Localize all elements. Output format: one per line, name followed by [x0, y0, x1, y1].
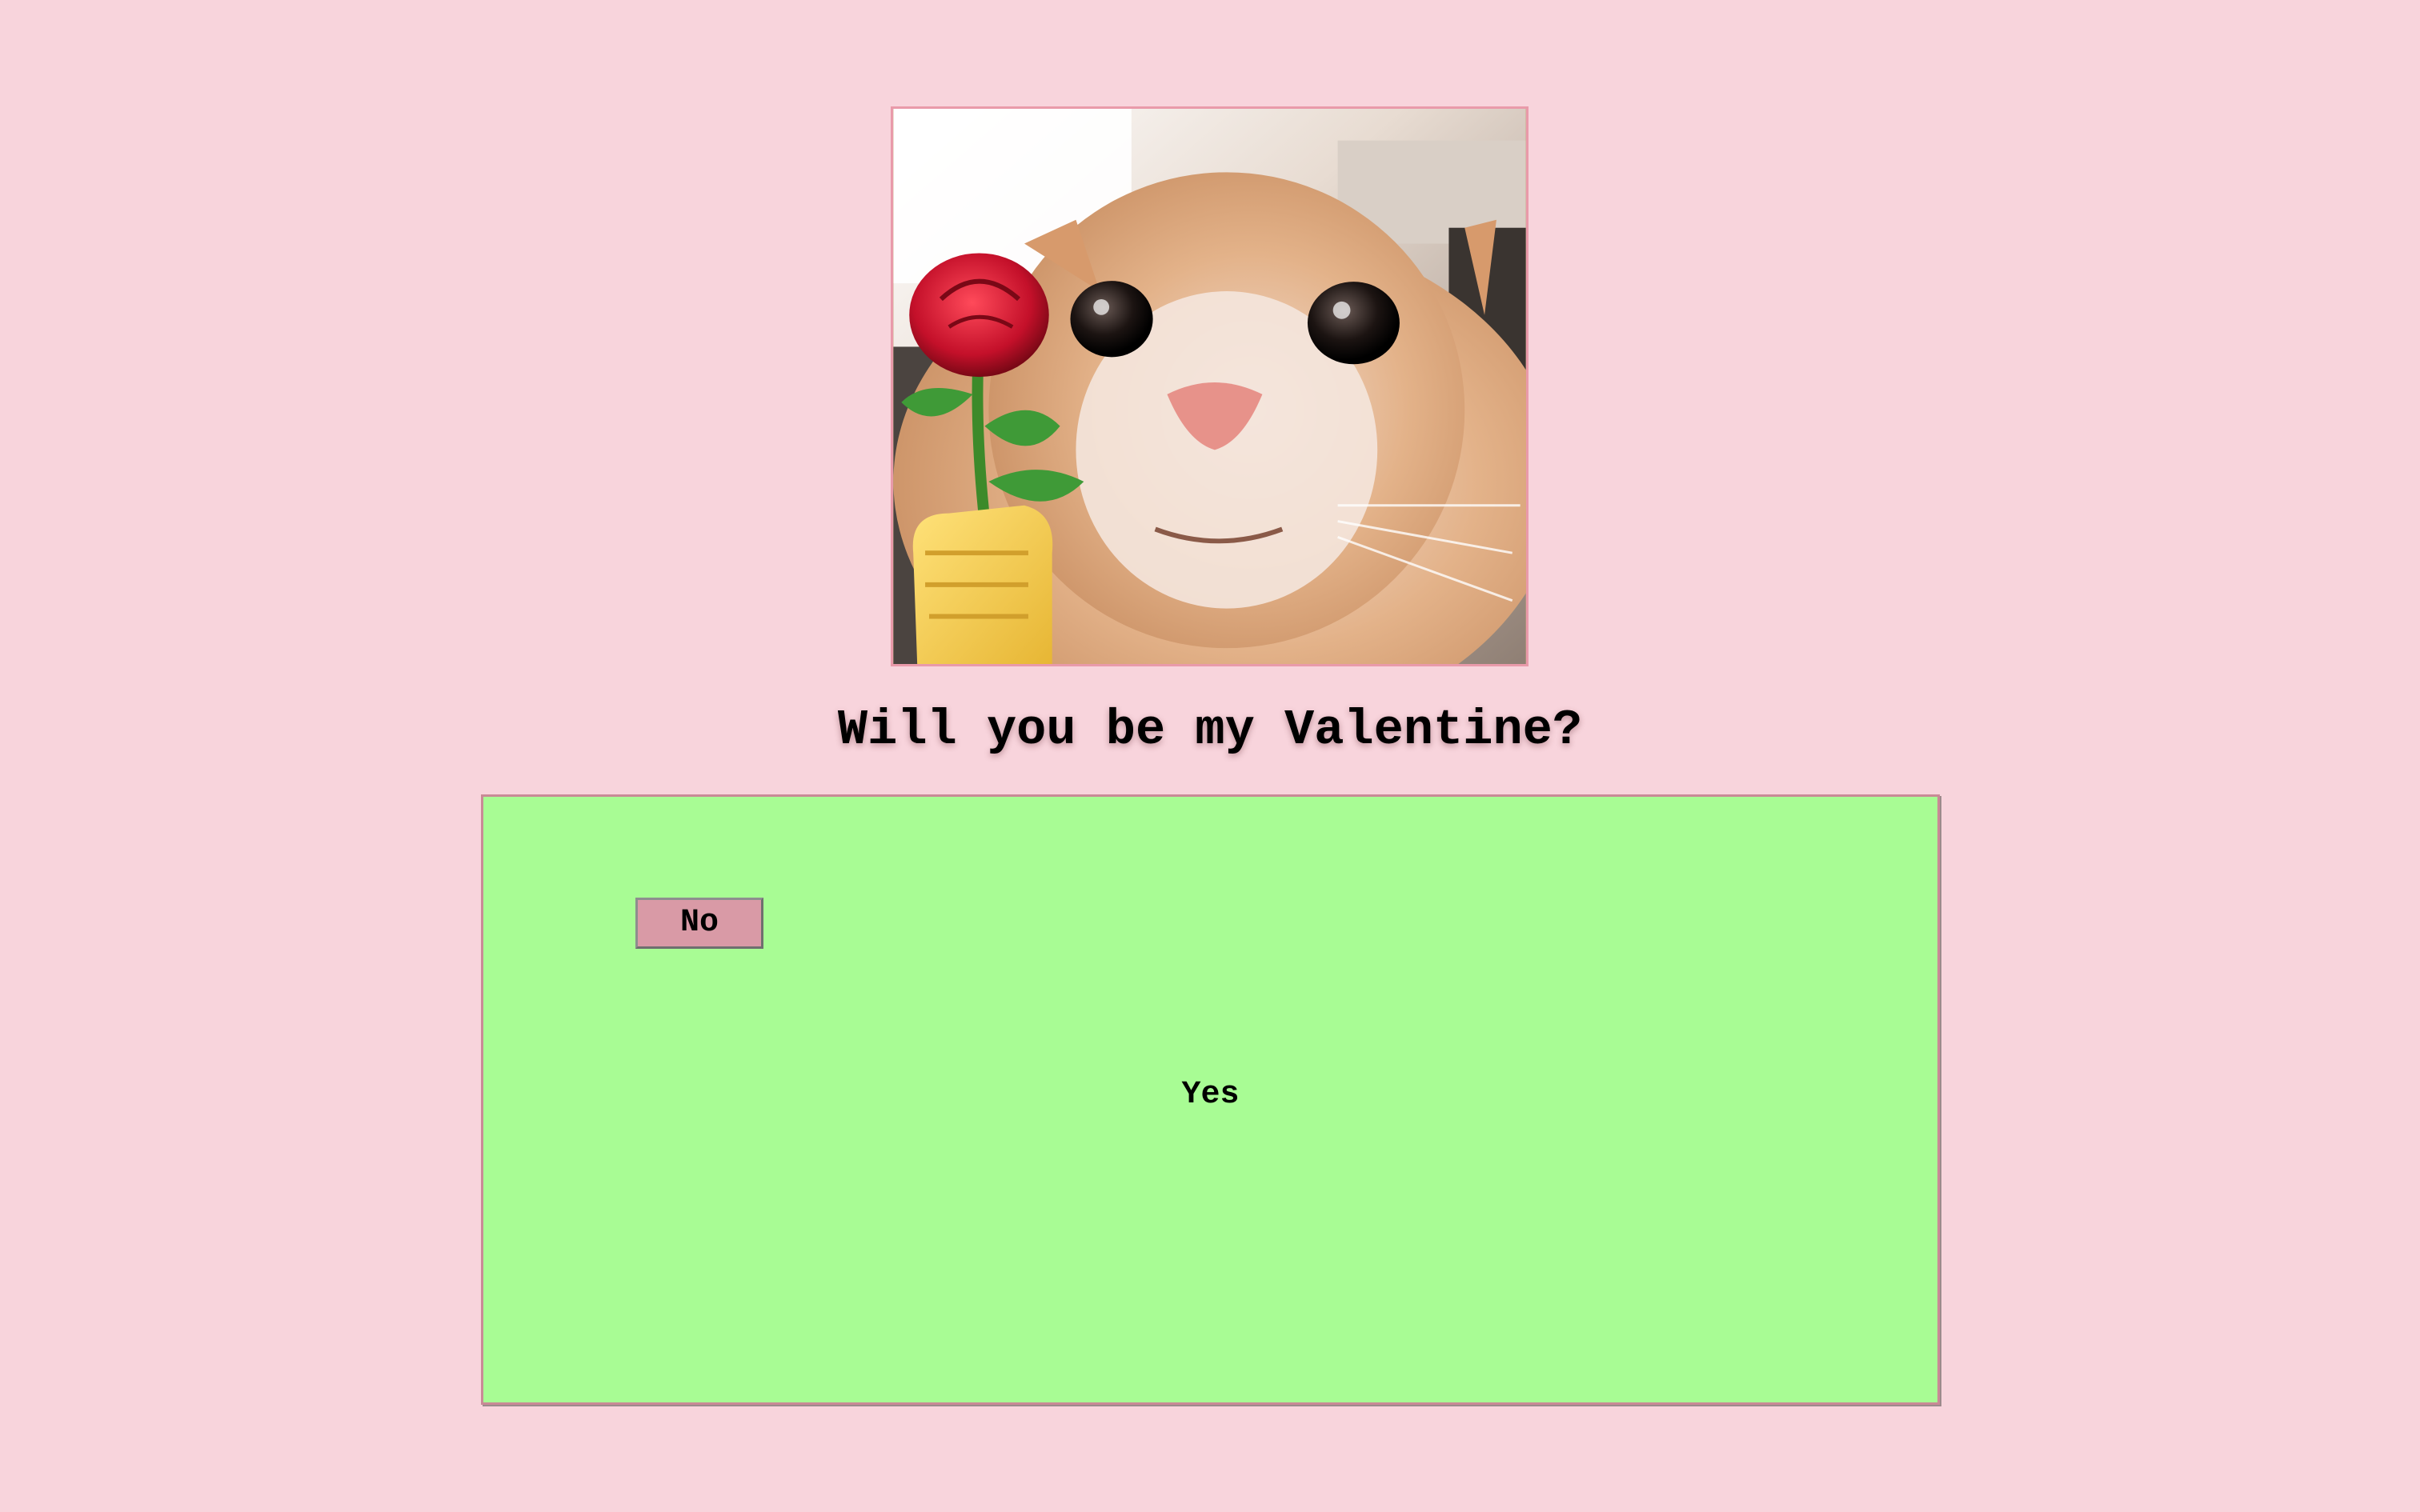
yes-button-label: Yes	[1181, 1077, 1240, 1113]
yes-button[interactable]: Yes	[483, 797, 1937, 1402]
valentine-question: Will you be my Valentine?	[837, 702, 1583, 758]
no-button[interactable]: No	[635, 898, 763, 949]
valentine-cat-image	[891, 106, 1529, 666]
cat-with-rose-illustration	[893, 109, 1526, 664]
answer-area: Yes No	[481, 794, 1940, 1405]
